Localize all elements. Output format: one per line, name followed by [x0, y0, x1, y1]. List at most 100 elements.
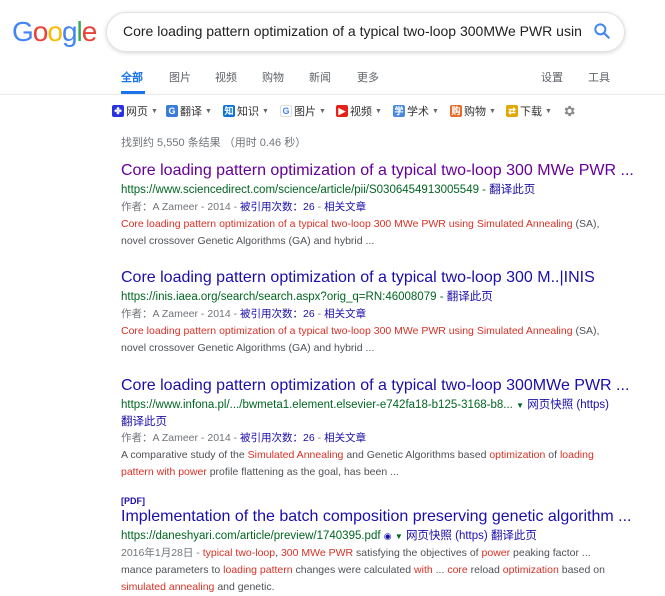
ext-download[interactable]: ⇄ 下载 ▼ [506, 103, 552, 119]
result-url-text[interactable]: https://daneshyari.com/article/preview/1… [121, 530, 381, 542]
snippet-text: changes were calculated [292, 564, 415, 576]
ext-zhihu[interactable]: 知 知识 ▼ [223, 103, 269, 119]
google-g-icon: G [280, 105, 292, 117]
snippet-text: ... [432, 564, 448, 576]
result-date: 2016年1月28日 - [121, 547, 203, 559]
result-author: 作者：A Zameer - 2014 - [121, 432, 241, 444]
snippet-text: satisfying the objectives of [353, 547, 482, 559]
result-meta: 作者：A Zameer - 2014 - 被引用次数：26 - 相关文章 [121, 308, 367, 320]
result-snippet: 2016年1月28日 - typical two-loop, 300 MWe P… [121, 545, 621, 596]
snippet-highlight: optimization [502, 564, 559, 576]
caret-down-icon[interactable]: ▼ [516, 401, 524, 410]
ext-download-label: 下载 [520, 106, 542, 118]
ext-shopping-label: 购物 [464, 106, 486, 118]
chevron-down-icon: ▼ [319, 107, 326, 115]
extension-toolbar: ✤ 网页 ▼ G 翻译 ▼ 知 知识 ▼ G 图片 ▼ ▶ 视频 ▼ 学 学术 ▼ 购 购物… [0, 103, 665, 121]
cited-by-link[interactable]: 被引用次数：26 [240, 308, 315, 320]
snippet-text: based on [558, 564, 605, 576]
youtube-icon: ▶ [336, 105, 348, 117]
snippet-highlight: Simulated Annealing [247, 449, 344, 461]
tab-images[interactable]: 图片 [169, 69, 191, 85]
ext-images[interactable]: G 图片 ▼ [280, 103, 326, 119]
snippet-highlight: 300 MWe PWR [280, 547, 354, 559]
result-url-text[interactable]: https://www.sciencedirect.com/science/ar… [121, 184, 479, 196]
cache-link[interactable]: 网页快照 [527, 399, 573, 411]
snippet-highlight: typical two-loop [202, 547, 276, 559]
pdf-tag: [PDF] [121, 496, 145, 506]
snippet-highlight: power [481, 547, 511, 559]
caret-down-icon[interactable]: ▼ [395, 532, 403, 541]
tab-news[interactable]: 新闻 [309, 69, 331, 85]
result-title-link[interactable]: Core loading pattern optimization of a t… [121, 268, 621, 287]
search-result: Core loading pattern optimization of a t… [121, 161, 634, 250]
chevron-down-icon: ▼ [205, 107, 212, 115]
google-logo[interactable]: Google [12, 16, 97, 48]
result-url: https://inis.iaea.org/search/search.aspx… [121, 291, 493, 303]
result-snippet: Core loading pattern optimization of a t… [121, 323, 621, 357]
ext-videos[interactable]: ▶ 视频 ▼ [336, 103, 382, 119]
ext-translate-label: 翻译 [180, 106, 202, 118]
snippet-highlight: Core loading pattern optimization of a t… [121, 218, 573, 230]
tools-link[interactable]: 工具 [588, 69, 610, 85]
result-title-link[interactable]: Implementation of the batch composition … [121, 507, 632, 526]
zhihu-icon: 知 [223, 105, 235, 117]
result-url: https://www.sciencedirect.com/science/ar… [121, 184, 536, 196]
snippet-highlight: loading pattern [223, 564, 293, 576]
related-articles-link[interactable]: 相关文章 [324, 308, 366, 320]
cache-link[interactable]: 网页快照 [406, 530, 452, 542]
result-snippet: Core loading pattern optimization of a t… [121, 216, 621, 250]
search-icon[interactable] [592, 21, 612, 41]
search-result: Core loading pattern optimization of a t… [121, 376, 629, 481]
result-title-link[interactable]: Core loading pattern optimization of a t… [121, 376, 629, 395]
translate-link[interactable]: 翻译此页 [491, 530, 537, 542]
logo-letter: g [61, 16, 78, 47]
settings-link[interactable]: 设置 [541, 69, 563, 85]
snippet-highlight: with [414, 564, 433, 576]
snippet-highlight: Core loading pattern optimization of a t… [121, 325, 573, 337]
shopping-icon: 购 [450, 105, 462, 117]
snippet-text: profile flattening as the goal, has been… [206, 466, 399, 478]
chevron-down-icon: ▼ [489, 107, 496, 115]
cited-by-link[interactable]: 被引用次数：26 [240, 432, 315, 444]
snippet-text: and Genetic Algorithms based [343, 449, 490, 461]
ext-images-label: 图片 [294, 106, 316, 118]
tab-all[interactable]: 全部 [121, 69, 143, 85]
cited-by-link[interactable]: 被引用次数：26 [240, 201, 315, 213]
chevron-down-icon: ▼ [432, 107, 439, 115]
tab-more[interactable]: 更多 [357, 69, 379, 85]
result-url: https://daneshyari.com/article/preview/1… [121, 529, 621, 544]
snippet-text: A comparative study of the [121, 449, 248, 461]
search-box[interactable]: Core loading pattern optimization of a t… [106, 12, 625, 52]
eye-icon[interactable]: ◉ [384, 531, 392, 541]
scholar-icon: 学 [393, 105, 405, 117]
ext-web[interactable]: ✤ 网页 ▼ [112, 103, 158, 119]
result-url-text[interactable]: https://www.infona.pl/.../bwmeta1.elemen… [121, 399, 513, 411]
translate-link[interactable]: 翻译此页 [447, 291, 493, 303]
ext-shopping[interactable]: 购 购物 ▼ [450, 103, 496, 119]
translate-icon: G [166, 105, 178, 117]
search-input[interactable]: Core loading pattern optimization of a t… [123, 23, 581, 39]
tab-videos[interactable]: 视频 [215, 69, 237, 85]
chevron-down-icon: ▼ [375, 107, 382, 115]
result-author: 作者：A Zameer - 2014 - [121, 308, 241, 320]
paw-icon: ✤ [112, 105, 124, 117]
ext-scholar[interactable]: 学 学术 ▼ [393, 103, 439, 119]
translate-link[interactable]: 翻译此页 [489, 184, 535, 196]
ext-videos-label: 视频 [350, 106, 372, 118]
snippet-text: reload [467, 564, 503, 576]
https-label: (https) [455, 530, 488, 542]
logo-letter: o [47, 16, 63, 47]
result-meta: 作者：A Zameer - 2014 - 被引用次数：26 - 相关文章 [121, 432, 367, 444]
search-result: [PDF] Implementation of the batch compos… [121, 496, 632, 596]
result-stats: 找到约 5,550 条结果 （用时 0.46 秒） [121, 137, 307, 149]
ext-translate[interactable]: G 翻译 ▼ [166, 103, 212, 119]
related-articles-link[interactable]: 相关文章 [324, 432, 366, 444]
gear-icon[interactable] [562, 104, 576, 118]
related-articles-link[interactable]: 相关文章 [324, 201, 366, 213]
translate-link[interactable]: 翻译此页 [121, 413, 621, 429]
result-title-link[interactable]: Core loading pattern optimization of a t… [121, 161, 634, 180]
tab-shopping[interactable]: 购物 [262, 69, 284, 85]
result-url-text[interactable]: https://inis.iaea.org/search/search.aspx… [121, 291, 437, 303]
https-label: (https) [576, 399, 609, 411]
chevron-down-icon: ▼ [545, 107, 552, 115]
